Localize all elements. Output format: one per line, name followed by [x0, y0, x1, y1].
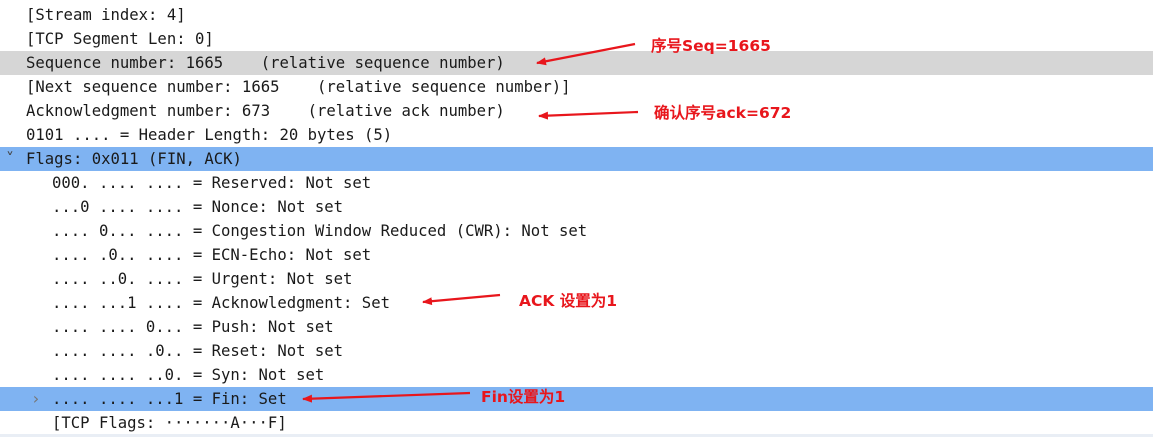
arrow-ack-flag: [422, 293, 501, 306]
arrow-ack-number: [538, 110, 639, 120]
arrow-fin-flag: [302, 391, 471, 403]
annotation-arrows: [302, 42, 639, 403]
arrow-seq: [536, 42, 636, 66]
